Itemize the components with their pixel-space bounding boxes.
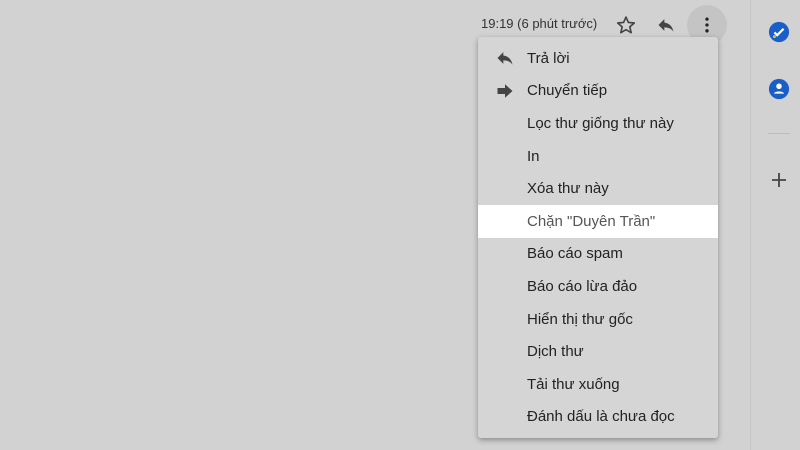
tasks-icon: [768, 21, 790, 43]
contacts-icon: [768, 78, 790, 100]
menu-item-label: Lọc thư giống thư này: [527, 114, 674, 132]
menu-item-label: Báo cáo lừa đảo: [527, 277, 638, 295]
menu-item-show-original[interactable]: Hiển thị thư gốc: [478, 303, 718, 336]
menu-item-filter-similar[interactable]: Lọc thư giống thư này: [478, 107, 718, 140]
reply-icon: [495, 48, 515, 68]
more-options-menu: Trả lời Chuyển tiếp Lọc thư giống thư nà…: [478, 37, 718, 438]
menu-item-label: Hiển thị thư gốc: [527, 310, 633, 328]
menu-item-print[interactable]: In: [478, 140, 718, 173]
forward-icon: [495, 81, 515, 101]
contacts-button[interactable]: [768, 78, 790, 100]
side-panel-divider: [750, 0, 751, 450]
menu-item-mark-unread[interactable]: Đánh dấu là chưa đọc: [478, 401, 718, 434]
menu-item-label: In: [527, 147, 540, 165]
menu-item-translate[interactable]: Dịch thư: [478, 335, 718, 368]
menu-item-report-phishing[interactable]: Báo cáo lừa đảo: [478, 270, 718, 303]
menu-item-delete[interactable]: Xóa thư này: [478, 172, 718, 205]
menu-item-label: Chuyển tiếp: [527, 82, 608, 100]
plus-icon: [772, 173, 786, 187]
menu-item-forward[interactable]: Chuyển tiếp: [478, 75, 718, 108]
menu-item-label: Trả lời: [527, 49, 570, 67]
star-button[interactable]: [613, 12, 639, 38]
reply-icon: [658, 19, 674, 32]
add-addon-button[interactable]: [768, 169, 790, 191]
side-separator: [768, 133, 790, 134]
star-icon: [616, 16, 636, 34]
menu-item-label: Đánh dấu là chưa đọc: [527, 408, 675, 426]
more-vert-icon: [705, 17, 709, 33]
menu-item-report-spam[interactable]: Báo cáo spam: [478, 238, 718, 271]
message-timestamp: 19:19 (6 phút trước): [481, 16, 598, 31]
tasks-button[interactable]: [768, 21, 790, 43]
menu-item-block-sender[interactable]: Chặn "Duyên Trần": [478, 204, 718, 238]
menu-item-reply[interactable]: Trả lời: [478, 42, 718, 75]
reply-button[interactable]: [653, 12, 679, 38]
menu-item-label: Tải thư xuống: [527, 375, 620, 393]
menu-item-label: Xóa thư này: [527, 180, 609, 198]
menu-item-label: Báo cáo spam: [527, 245, 623, 263]
menu-item-label: Chặn "Duyên Trần": [527, 212, 656, 230]
menu-item-label: Dịch thư: [527, 343, 584, 361]
menu-item-download[interactable]: Tải thư xuống: [478, 368, 718, 401]
